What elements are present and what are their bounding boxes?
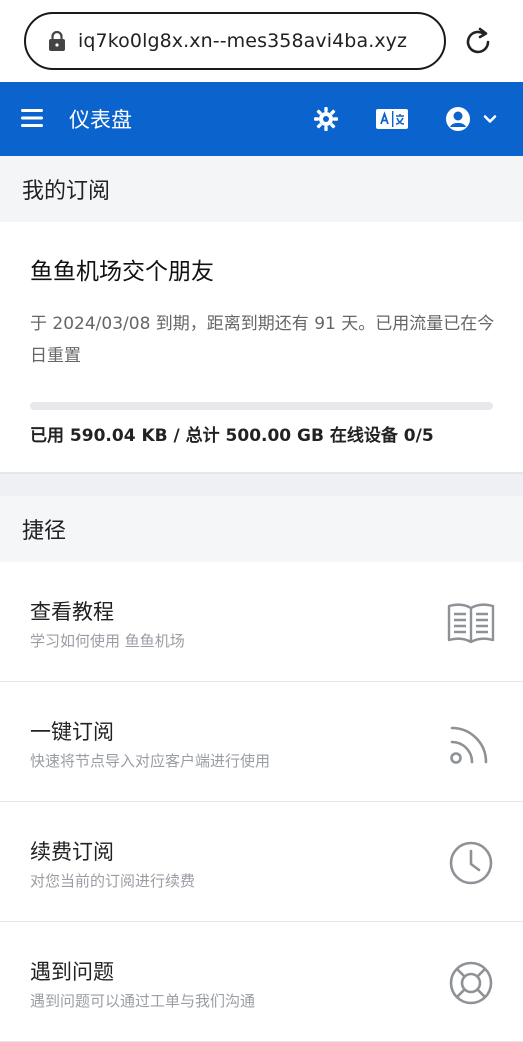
shortcut-get-help[interactable]: 遇到问题 遇到问题可以通过工单与我们沟通: [0, 922, 523, 1042]
account-menu[interactable]: [444, 105, 500, 133]
translate-icon[interactable]: [376, 108, 408, 130]
account-icon: [446, 107, 470, 131]
expiry-description: 于 2024/03/08 到期，距离到期还有 91 天。已用流量已在今日重置: [30, 314, 495, 366]
rss-icon: [450, 726, 488, 764]
shortcut-subtitle: 遇到问题可以通过工单与我们沟通: [30, 992, 256, 1010]
menu-icon[interactable]: [21, 108, 43, 128]
shortcut-subtitle: 对您当前的订阅进行续费: [30, 872, 196, 890]
shortcut-title: 续费订阅: [30, 840, 114, 864]
url-text: iq7ko0lg8x.xn--mes358avi4ba.xyz: [78, 30, 408, 52]
shortcut-subtitle: 快速将节点导入对应客户端进行使用: [30, 752, 271, 770]
shortcut-renew-subscription[interactable]: 续费订阅 对您当前的订阅进行续费: [0, 802, 523, 922]
subscription-card: 鱼鱼机场交个朋友 于 2024/03/08 到期，距离到期还有 91 天。已用流…: [0, 222, 523, 472]
shortcut-title: 遇到问题: [30, 960, 114, 984]
shortcuts-section-header: 捷径: [0, 496, 523, 562]
traffic-progress-bar: [30, 402, 493, 410]
lifebuoy-icon: [449, 961, 493, 1005]
book-icon: [447, 603, 495, 644]
page-title: 仪表盘: [69, 108, 132, 132]
reload-icon[interactable]: [462, 26, 494, 58]
subscription-section-header: 我的订阅: [0, 156, 523, 222]
gear-icon[interactable]: [312, 105, 340, 133]
shortcut-title: 查看教程: [30, 600, 114, 624]
shortcut-subtitle: 学习如何使用 鱼鱼机场: [30, 632, 185, 650]
app-header: 仪表盘: [0, 82, 523, 156]
plan-name: 鱼鱼机场交个朋友: [30, 259, 214, 285]
browser-toolbar: iq7ko0lg8x.xn--mes358avi4ba.xyz: [0, 0, 523, 82]
lock-icon: [49, 31, 65, 51]
shortcut-view-tutorial[interactable]: 查看教程 学习如何使用 鱼鱼机场: [0, 562, 523, 682]
address-bar[interactable]: iq7ko0lg8x.xn--mes358avi4ba.xyz: [24, 12, 446, 70]
shortcut-one-click-subscribe[interactable]: 一键订阅 快速将节点导入对应客户端进行使用: [0, 682, 523, 802]
usage-summary: 已用 590.04 KB / 总计 500.00 GB 在线设备 0/5: [30, 426, 434, 446]
chevron-down-icon: [483, 115, 497, 123]
shortcut-title: 一键订阅: [30, 720, 114, 744]
clock-icon: [449, 841, 493, 885]
section-gap: [0, 474, 523, 496]
